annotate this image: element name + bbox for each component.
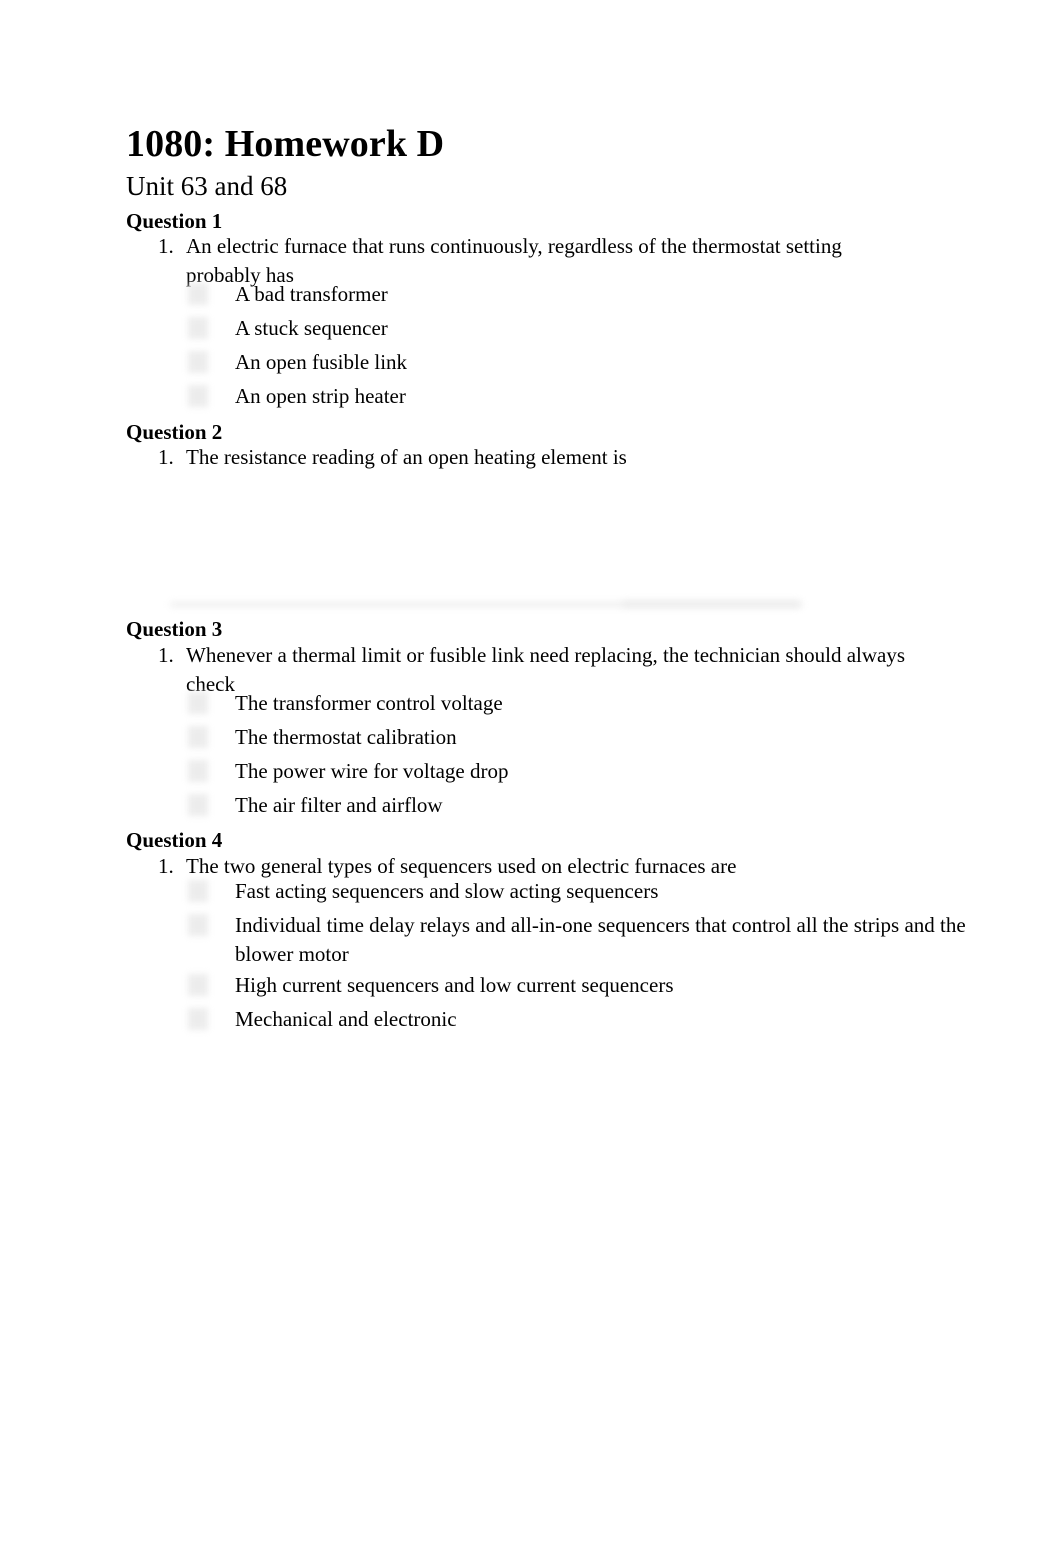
radio-button-icon[interactable] <box>188 317 208 339</box>
option-row[interactable]: The power wire for voltage drop <box>186 757 946 786</box>
option-row[interactable]: The transformer control voltage <box>186 689 946 718</box>
question-4-options: Fast acting sequencers and slow acting s… <box>186 877 966 1034</box>
question-2-options-empty <box>170 478 930 608</box>
question-4-heading: Question 4 <box>126 828 223 852</box>
option-row[interactable]: The air filter and airflow <box>186 791 946 820</box>
option-row[interactable]: The thermostat calibration <box>186 723 946 752</box>
option-label: A stuck sequencer <box>235 316 388 340</box>
question-3-heading: Question 3 <box>126 617 223 641</box>
option-label: An open strip heater <box>235 384 406 408</box>
page-subtitle: Unit 63 and 68 <box>126 171 288 201</box>
option-row[interactable]: High current sequencers and low current … <box>186 971 946 1000</box>
option-row[interactable]: An open strip heater <box>186 382 946 411</box>
option-row[interactable]: A bad transformer <box>186 280 946 309</box>
question-2-prompt: The resistance reading of an open heatin… <box>186 445 627 469</box>
question-1-heading: Question 1 <box>126 209 223 233</box>
option-label: A bad transformer <box>235 282 388 306</box>
question-2-number: 1. <box>158 445 174 469</box>
option-row[interactable]: A stuck sequencer <box>186 314 946 343</box>
question-2-item: 1. The resistance reading of an open hea… <box>158 443 920 472</box>
question-3-number: 1. <box>158 643 174 667</box>
radio-button-icon[interactable] <box>188 1008 208 1030</box>
question-1-number: 1. <box>158 234 174 258</box>
option-label: The transformer control voltage <box>235 691 503 715</box>
option-label: High current sequencers and low current … <box>235 973 674 997</box>
document-page: 1080: Homework D Unit 63 and 68 Question… <box>0 0 1062 1556</box>
radio-button-icon[interactable] <box>188 880 208 902</box>
option-label: An open fusible link <box>235 350 408 374</box>
option-label: Individual time delay relays and all-in-… <box>235 913 966 966</box>
broken-image-placeholder <box>622 600 800 608</box>
question-3-options: The transformer control voltage The ther… <box>186 689 946 820</box>
radio-button-icon[interactable] <box>188 351 208 373</box>
radio-button-icon[interactable] <box>188 794 208 816</box>
option-row[interactable]: Fast acting sequencers and slow acting s… <box>186 877 946 906</box>
radio-button-icon[interactable] <box>188 914 208 936</box>
radio-button-icon[interactable] <box>188 726 208 748</box>
question-2-heading: Question 2 <box>126 420 223 444</box>
option-label: The air filter and airflow <box>235 793 443 817</box>
option-label: The thermostat calibration <box>235 725 457 749</box>
question-4-number: 1. <box>158 854 174 878</box>
radio-button-icon[interactable] <box>188 283 208 305</box>
radio-button-icon[interactable] <box>188 692 208 714</box>
option-row[interactable]: Mechanical and electronic <box>186 1005 946 1034</box>
page-title: 1080: Homework D <box>126 123 445 165</box>
question-1-options: A bad transformer A stuck sequencer An o… <box>186 280 946 411</box>
option-row[interactable]: Individual time delay relays and all-in-… <box>186 911 995 969</box>
option-label: Mechanical and electronic <box>235 1007 457 1031</box>
option-label: The power wire for voltage drop <box>235 759 509 783</box>
radio-button-icon[interactable] <box>188 760 208 782</box>
option-label: Fast acting sequencers and slow acting s… <box>235 879 659 903</box>
radio-button-icon[interactable] <box>188 974 208 996</box>
radio-button-icon[interactable] <box>188 385 208 407</box>
option-row[interactable]: An open fusible link <box>186 348 946 377</box>
